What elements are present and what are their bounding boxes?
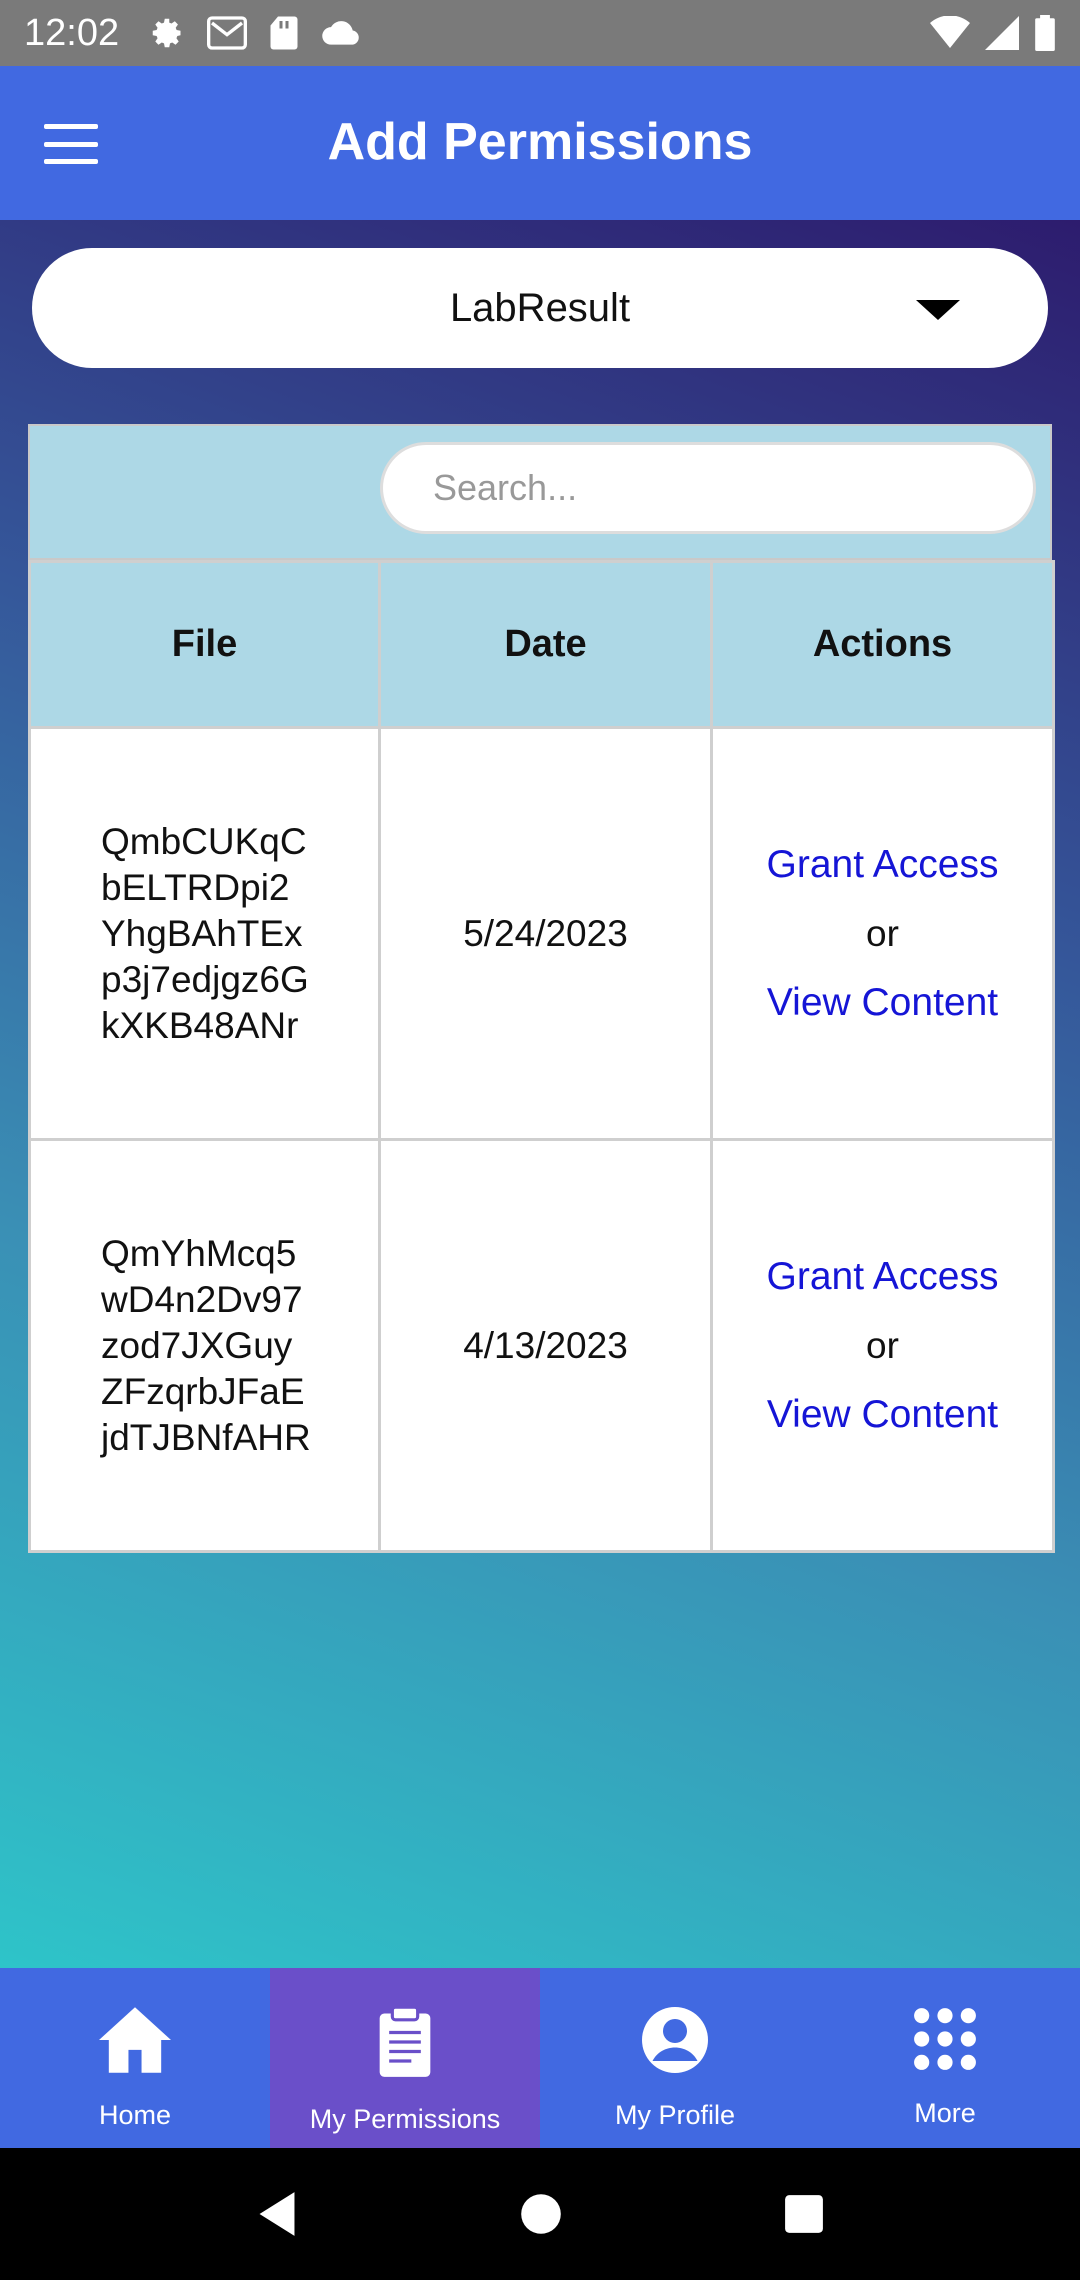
date-cell: 5/24/2023 (378, 726, 713, 1141)
bottom-navigation: Home My Permissions My Profile More (0, 1968, 1080, 2148)
gmail-icon (207, 16, 248, 50)
grant-access-link[interactable]: Grant Access (767, 843, 999, 887)
back-icon[interactable] (255, 2190, 299, 2238)
grid-icon (914, 2008, 976, 2070)
system-navigation-bar (0, 2148, 1080, 2280)
status-system-icons (930, 15, 1056, 51)
record-type-dropdown[interactable]: LabResult (32, 248, 1048, 368)
search-row (28, 424, 1052, 560)
or-text: or (866, 1324, 899, 1366)
account-circle-icon (642, 2007, 708, 2073)
column-header-actions: Actions (710, 560, 1055, 729)
battery-icon (1035, 15, 1055, 51)
view-content-link[interactable]: View Content (767, 981, 998, 1025)
nav-label: My Profile (614, 2100, 736, 2130)
search-input[interactable] (380, 442, 1036, 534)
column-header-date: Date (378, 560, 713, 729)
dropdown-selected-value: LabResult (449, 285, 631, 330)
main-content: LabResult File Date Actions QmbCUKqCbELT… (0, 220, 1080, 1968)
nav-label: More (914, 2098, 976, 2128)
nav-item-my-profile[interactable]: My Profile (540, 1968, 810, 2148)
view-content-link[interactable]: View Content (767, 1393, 998, 1437)
home-icon (99, 2007, 171, 2073)
actions-cell: Grant Access or View Content (710, 1138, 1055, 1553)
cloud-icon (322, 21, 359, 45)
date-cell: 4/13/2023 (378, 1138, 713, 1553)
table-row: QmbCUKqCbELTRDpi2YhgBAhTExp3j7edjgz6GkXK… (28, 726, 1055, 1141)
table-header-row: File Date Actions (28, 560, 1055, 729)
nav-label: Home (98, 2100, 172, 2130)
nav-item-home[interactable]: Home (0, 1968, 270, 2148)
clipboard-icon (379, 2005, 431, 2077)
sd-card-icon (270, 16, 298, 50)
signal-icon (985, 16, 1019, 50)
status-bar: 12:02 (0, 0, 1080, 66)
file-hash-cell: QmbCUKqCbELTRDpi2YhgBAhTExp3j7edjgz6GkXK… (28, 726, 381, 1141)
recents-icon[interactable] (783, 2193, 825, 2235)
table-row: QmYhMcq5wD4n2Dv97zod7JXGuyZFzqrbJFaEjdTJ… (28, 1138, 1055, 1553)
wifi-icon (930, 16, 970, 48)
files-table: File Date Actions QmbCUKqCbELTRDpi2YhgBA… (28, 560, 1055, 1553)
grant-access-link[interactable]: Grant Access (767, 1255, 999, 1299)
or-text: or (866, 912, 899, 954)
nav-item-more[interactable]: More (810, 1968, 1080, 2148)
file-hash-cell: QmYhMcq5wD4n2Dv97zod7JXGuyZFzqrbJFaEjdTJ… (28, 1138, 381, 1553)
dropdown-arrow-icon (916, 300, 960, 320)
status-notification-icons (149, 15, 361, 51)
nav-label: My Permissions (309, 2104, 501, 2134)
nav-item-my-permissions[interactable]: My Permissions (270, 1968, 540, 2148)
permissions-table: File Date Actions QmbCUKqCbELTRDpi2YhgBA… (28, 424, 1055, 1553)
page-title: Add Permissions (327, 113, 753, 171)
settings-icon (152, 18, 181, 48)
home-circle-icon[interactable] (519, 2192, 563, 2236)
actions-cell: Grant Access or View Content (710, 726, 1055, 1141)
status-time: 12:02 (24, 11, 120, 54)
app-bar: Add Permissions (0, 66, 1080, 220)
column-header-file: File (28, 560, 381, 729)
